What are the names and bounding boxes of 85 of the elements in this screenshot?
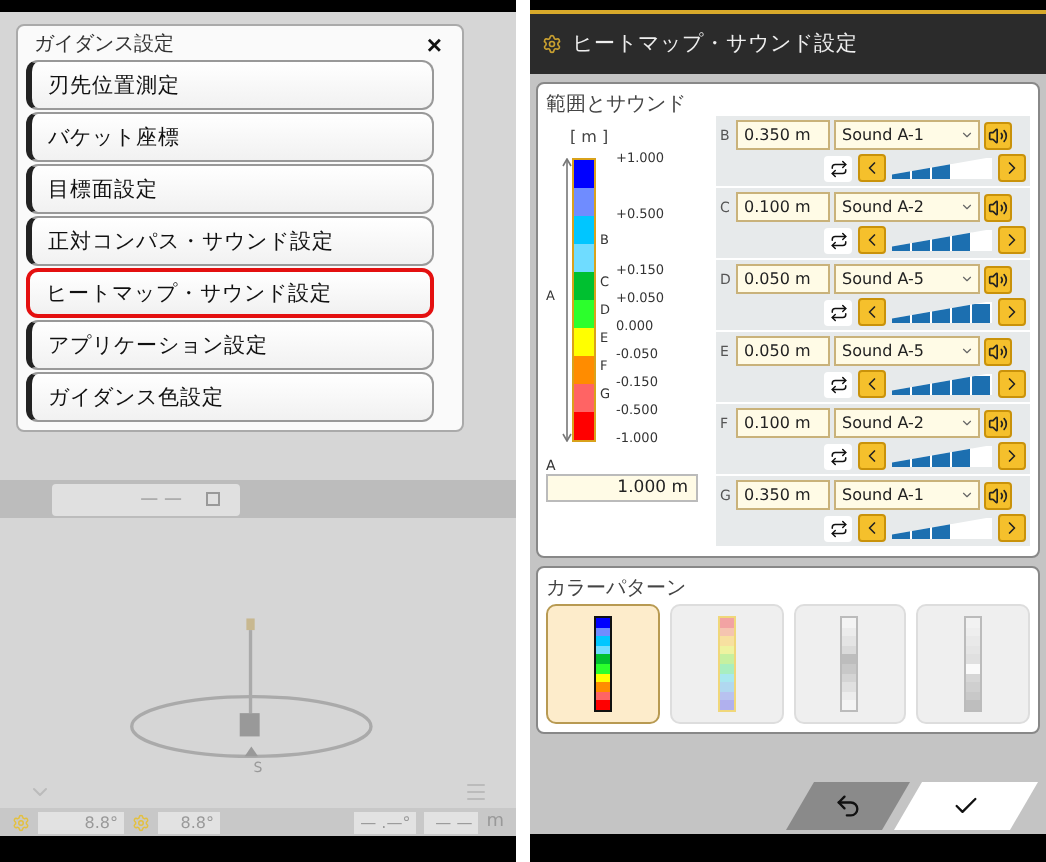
close-button[interactable]: × xyxy=(422,31,446,57)
menu-item[interactable]: ヒートマップ・サウンド設定 xyxy=(26,268,434,318)
speaker-icon xyxy=(988,341,1008,361)
volume-up-button[interactable] xyxy=(998,154,1026,182)
caret-icon xyxy=(960,128,974,142)
repeat-icon xyxy=(829,519,847,537)
speaker-icon xyxy=(988,125,1008,145)
range-input-field[interactable]: 0.100 m xyxy=(736,192,830,222)
repeat-button[interactable] xyxy=(824,371,852,397)
repeat-button[interactable] xyxy=(824,155,852,181)
volume-down-button[interactable] xyxy=(858,226,886,254)
unit-label: [ m ] xyxy=(570,128,609,146)
sound-dropdown[interactable]: Sound A-5 xyxy=(834,264,980,294)
menu-item[interactable]: バケット座標 xyxy=(26,112,434,162)
caret-icon xyxy=(960,416,974,430)
menu-item[interactable]: 刃先位置測定 xyxy=(26,60,434,110)
repeat-button[interactable] xyxy=(824,443,852,469)
square-icon xyxy=(206,492,220,506)
volume-up-button[interactable] xyxy=(998,298,1026,326)
menu-item[interactable]: 正対コンパス・サウンド設定 xyxy=(26,216,434,266)
speaker-icon xyxy=(988,269,1008,289)
color-scale-icon xyxy=(840,616,859,712)
repeat-icon xyxy=(829,303,847,321)
speaker-button[interactable] xyxy=(984,481,1012,509)
repeat-icon xyxy=(829,231,847,249)
caret-icon xyxy=(960,344,974,358)
repeat-button[interactable] xyxy=(824,515,852,541)
color-scale-icon xyxy=(593,616,612,712)
value-readout: — — xyxy=(424,811,479,833)
volume-up-button[interactable] xyxy=(998,226,1026,254)
repeat-icon xyxy=(829,447,847,465)
speaker-icon xyxy=(988,197,1008,217)
screen-title: ヒートマップ・サウンド設定 xyxy=(572,30,858,58)
range-input-field[interactable]: 0.050 m xyxy=(736,264,830,294)
speaker-button[interactable] xyxy=(984,337,1012,365)
sound-dropdown[interactable]: Sound A-1 xyxy=(834,120,980,150)
volume-up-button[interactable] xyxy=(998,370,1026,398)
angle-readout: 8.8° xyxy=(38,811,124,833)
menu-item[interactable]: アプリケーション設定 xyxy=(26,320,434,370)
section-title: 範囲とサウンド xyxy=(546,92,688,116)
repeat-button[interactable] xyxy=(824,299,852,325)
gear-icon xyxy=(12,813,30,831)
readout-value: — — xyxy=(140,489,182,509)
speaker-button[interactable] xyxy=(984,121,1012,149)
range-input-field[interactable]: 0.100 m xyxy=(736,408,830,438)
value-readout: — .—° xyxy=(354,811,417,833)
volume-down-button[interactable] xyxy=(858,442,886,470)
sound-dropdown[interactable]: Sound A-1 xyxy=(834,480,980,510)
gear-icon xyxy=(132,813,150,831)
volume-up-button[interactable] xyxy=(998,442,1026,470)
range-input-field[interactable]: 0.350 m xyxy=(736,120,830,150)
color-pattern-option[interactable] xyxy=(546,604,660,724)
caret-icon xyxy=(960,200,974,214)
back-button[interactable] xyxy=(786,782,910,830)
undo-arrow-icon xyxy=(834,792,862,820)
range-input-field[interactable]: 1.000 m xyxy=(546,474,698,502)
speaker-button[interactable] xyxy=(984,409,1012,437)
volume-down-button[interactable] xyxy=(858,154,886,182)
speaker-button[interactable] xyxy=(984,193,1012,221)
sound-dropdown[interactable]: Sound A-2 xyxy=(834,192,980,222)
range-input-field[interactable]: 0.050 m xyxy=(736,336,830,366)
dimension-line-icon xyxy=(562,158,572,442)
volume-down-button[interactable] xyxy=(858,514,886,542)
volume-up-button[interactable] xyxy=(998,514,1026,542)
speaker-button[interactable] xyxy=(984,265,1012,293)
settings-icon xyxy=(542,34,562,54)
caret-icon xyxy=(960,272,974,286)
repeat-button[interactable] xyxy=(824,227,852,253)
menu-title: ガイダンス設定 xyxy=(34,31,174,58)
sound-dropdown[interactable]: Sound A-5 xyxy=(834,336,980,366)
speaker-icon xyxy=(988,413,1008,433)
speaker-icon xyxy=(988,485,1008,505)
sound-dropdown[interactable]: Sound A-2 xyxy=(834,408,980,438)
repeat-icon xyxy=(829,375,847,393)
volume-down-button[interactable] xyxy=(858,370,886,398)
section-title: カラーパターン xyxy=(546,576,688,600)
range-input-field[interactable]: 0.350 m xyxy=(736,480,830,510)
repeat-icon xyxy=(829,159,847,177)
color-scale-icon xyxy=(964,616,983,712)
caret-icon xyxy=(960,488,974,502)
menu-item[interactable]: 目標面設定 xyxy=(26,164,434,214)
volume-down-button[interactable] xyxy=(858,298,886,326)
angle-readout: 8.8° xyxy=(158,811,220,833)
menu-item[interactable]: ガイダンス色設定 xyxy=(26,372,434,422)
color-scale-icon xyxy=(717,616,736,712)
